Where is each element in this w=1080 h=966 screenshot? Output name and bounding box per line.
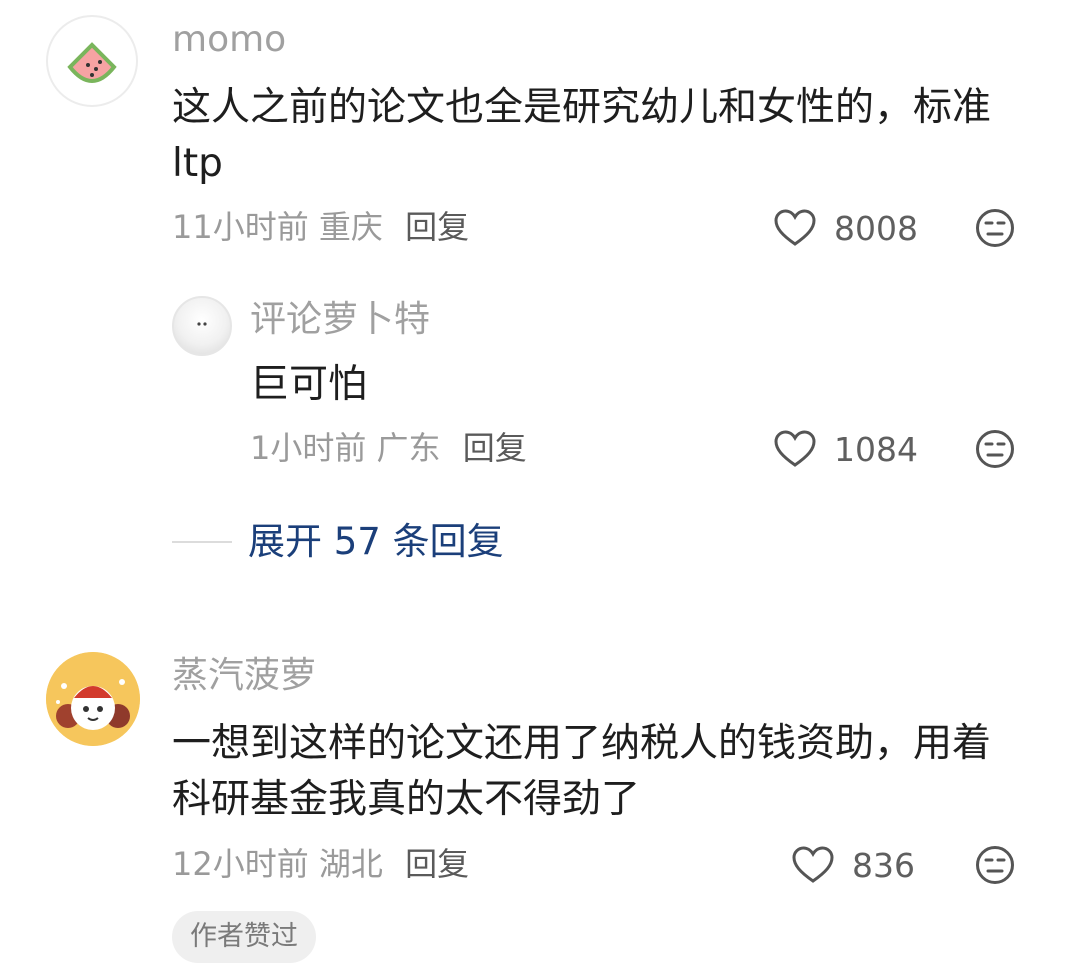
comment-location: 湖北 [318, 845, 383, 883]
watermelon-icon [67, 42, 117, 83]
comment-time: 12小时前 [172, 845, 309, 883]
like-button[interactable]: 836 [792, 842, 915, 888]
like-button[interactable]: 8008 [774, 205, 918, 251]
like-count: 1084 [834, 429, 918, 469]
reply-time: 1小时前 [250, 429, 367, 467]
comment-meta: 11小时前 重庆 回复 [172, 207, 469, 247]
reply-location: 广东 [376, 429, 441, 467]
avatar[interactable] [46, 652, 140, 746]
heart-icon [774, 209, 816, 246]
neutral-face-icon [976, 209, 1014, 247]
comment-text: 这人之前的论文也全是研究幼儿和女性的，标准ltp [172, 85, 992, 186]
divider [172, 541, 232, 543]
expand-replies-label: 展开 57 条回复 [248, 520, 504, 563]
heart-icon [774, 430, 816, 467]
reply-button[interactable]: 回复 [463, 429, 527, 467]
reply-button[interactable]: 回复 [405, 845, 469, 883]
comment-text: 一想到这样的论文还用了纳税人的钱资助，用着科研基金我真的太不得劲了 [172, 721, 992, 822]
expand-replies-button[interactable]: 展开 57 条回复 [172, 520, 504, 564]
reply-author[interactable]: 评论萝卜特 [250, 298, 430, 342]
heart-icon [792, 846, 834, 883]
like-button[interactable]: 1084 [774, 426, 918, 472]
dislike-button[interactable] [974, 428, 1016, 470]
author-liked-badge: 作者赞过 [172, 911, 316, 963]
reply-meta: 1小时前 广东 回复 [250, 428, 527, 468]
dislike-button[interactable] [974, 844, 1016, 886]
comment-location: 重庆 [318, 208, 383, 246]
like-count: 836 [852, 845, 915, 885]
snowball-avatar-icon [197, 322, 207, 326]
like-count: 8008 [834, 208, 918, 248]
cartoon-avatar-icon [46, 652, 140, 746]
comment-author[interactable]: 蒸汽菠萝 [172, 654, 316, 698]
neutral-face-icon [976, 430, 1014, 468]
comment-author[interactable]: momo [172, 18, 286, 62]
reply-avatar[interactable] [172, 296, 232, 356]
dislike-button[interactable] [974, 207, 1016, 249]
avatar[interactable] [46, 15, 138, 107]
reply-text: 巨可怕 [250, 362, 368, 407]
reply-button[interactable]: 回复 [405, 208, 469, 246]
comment-time: 11小时前 [172, 208, 309, 246]
comment-meta: 12小时前 湖北 回复 [172, 844, 469, 884]
neutral-face-icon [976, 846, 1014, 884]
